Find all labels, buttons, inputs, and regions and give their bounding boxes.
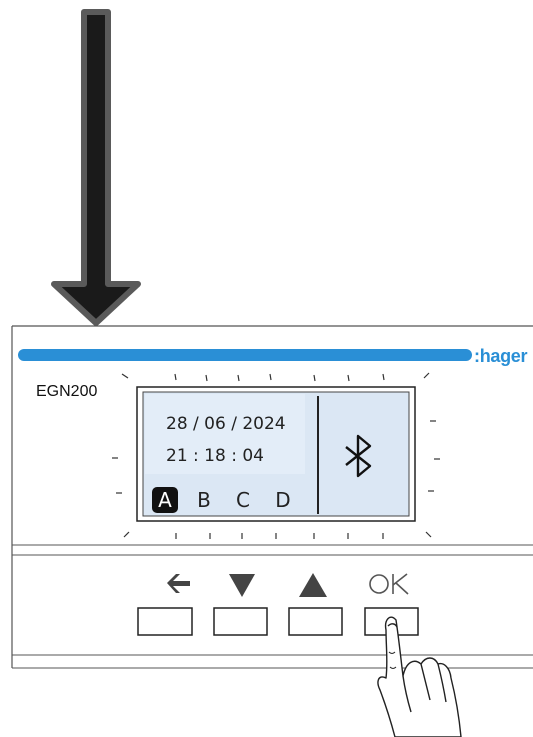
channel-c-label: C <box>236 488 250 512</box>
up-button[interactable] <box>288 607 343 636</box>
channel-b-label: B <box>197 488 211 512</box>
channel-d-label: D <box>275 488 291 512</box>
brand-logo: :hager <box>474 346 528 366</box>
arrow-down-icon <box>51 9 141 326</box>
triangle-up-icon <box>299 573 327 597</box>
display-time: 21 : 18 : 04 <box>166 446 264 466</box>
arrow-left-icon <box>167 574 190 593</box>
model-label: EGN200 <box>36 383 98 400</box>
ok-icon <box>369 573 409 595</box>
back-button[interactable] <box>137 607 193 636</box>
brand-stripe <box>18 349 472 361</box>
channel-a-label: A <box>152 487 178 513</box>
display-date: 28 / 06 / 2024 <box>166 414 286 434</box>
pressing-hand-icon <box>377 616 462 737</box>
triangle-down-icon <box>229 574 255 597</box>
device-diagram <box>11 9 533 737</box>
down-button[interactable] <box>213 607 268 636</box>
